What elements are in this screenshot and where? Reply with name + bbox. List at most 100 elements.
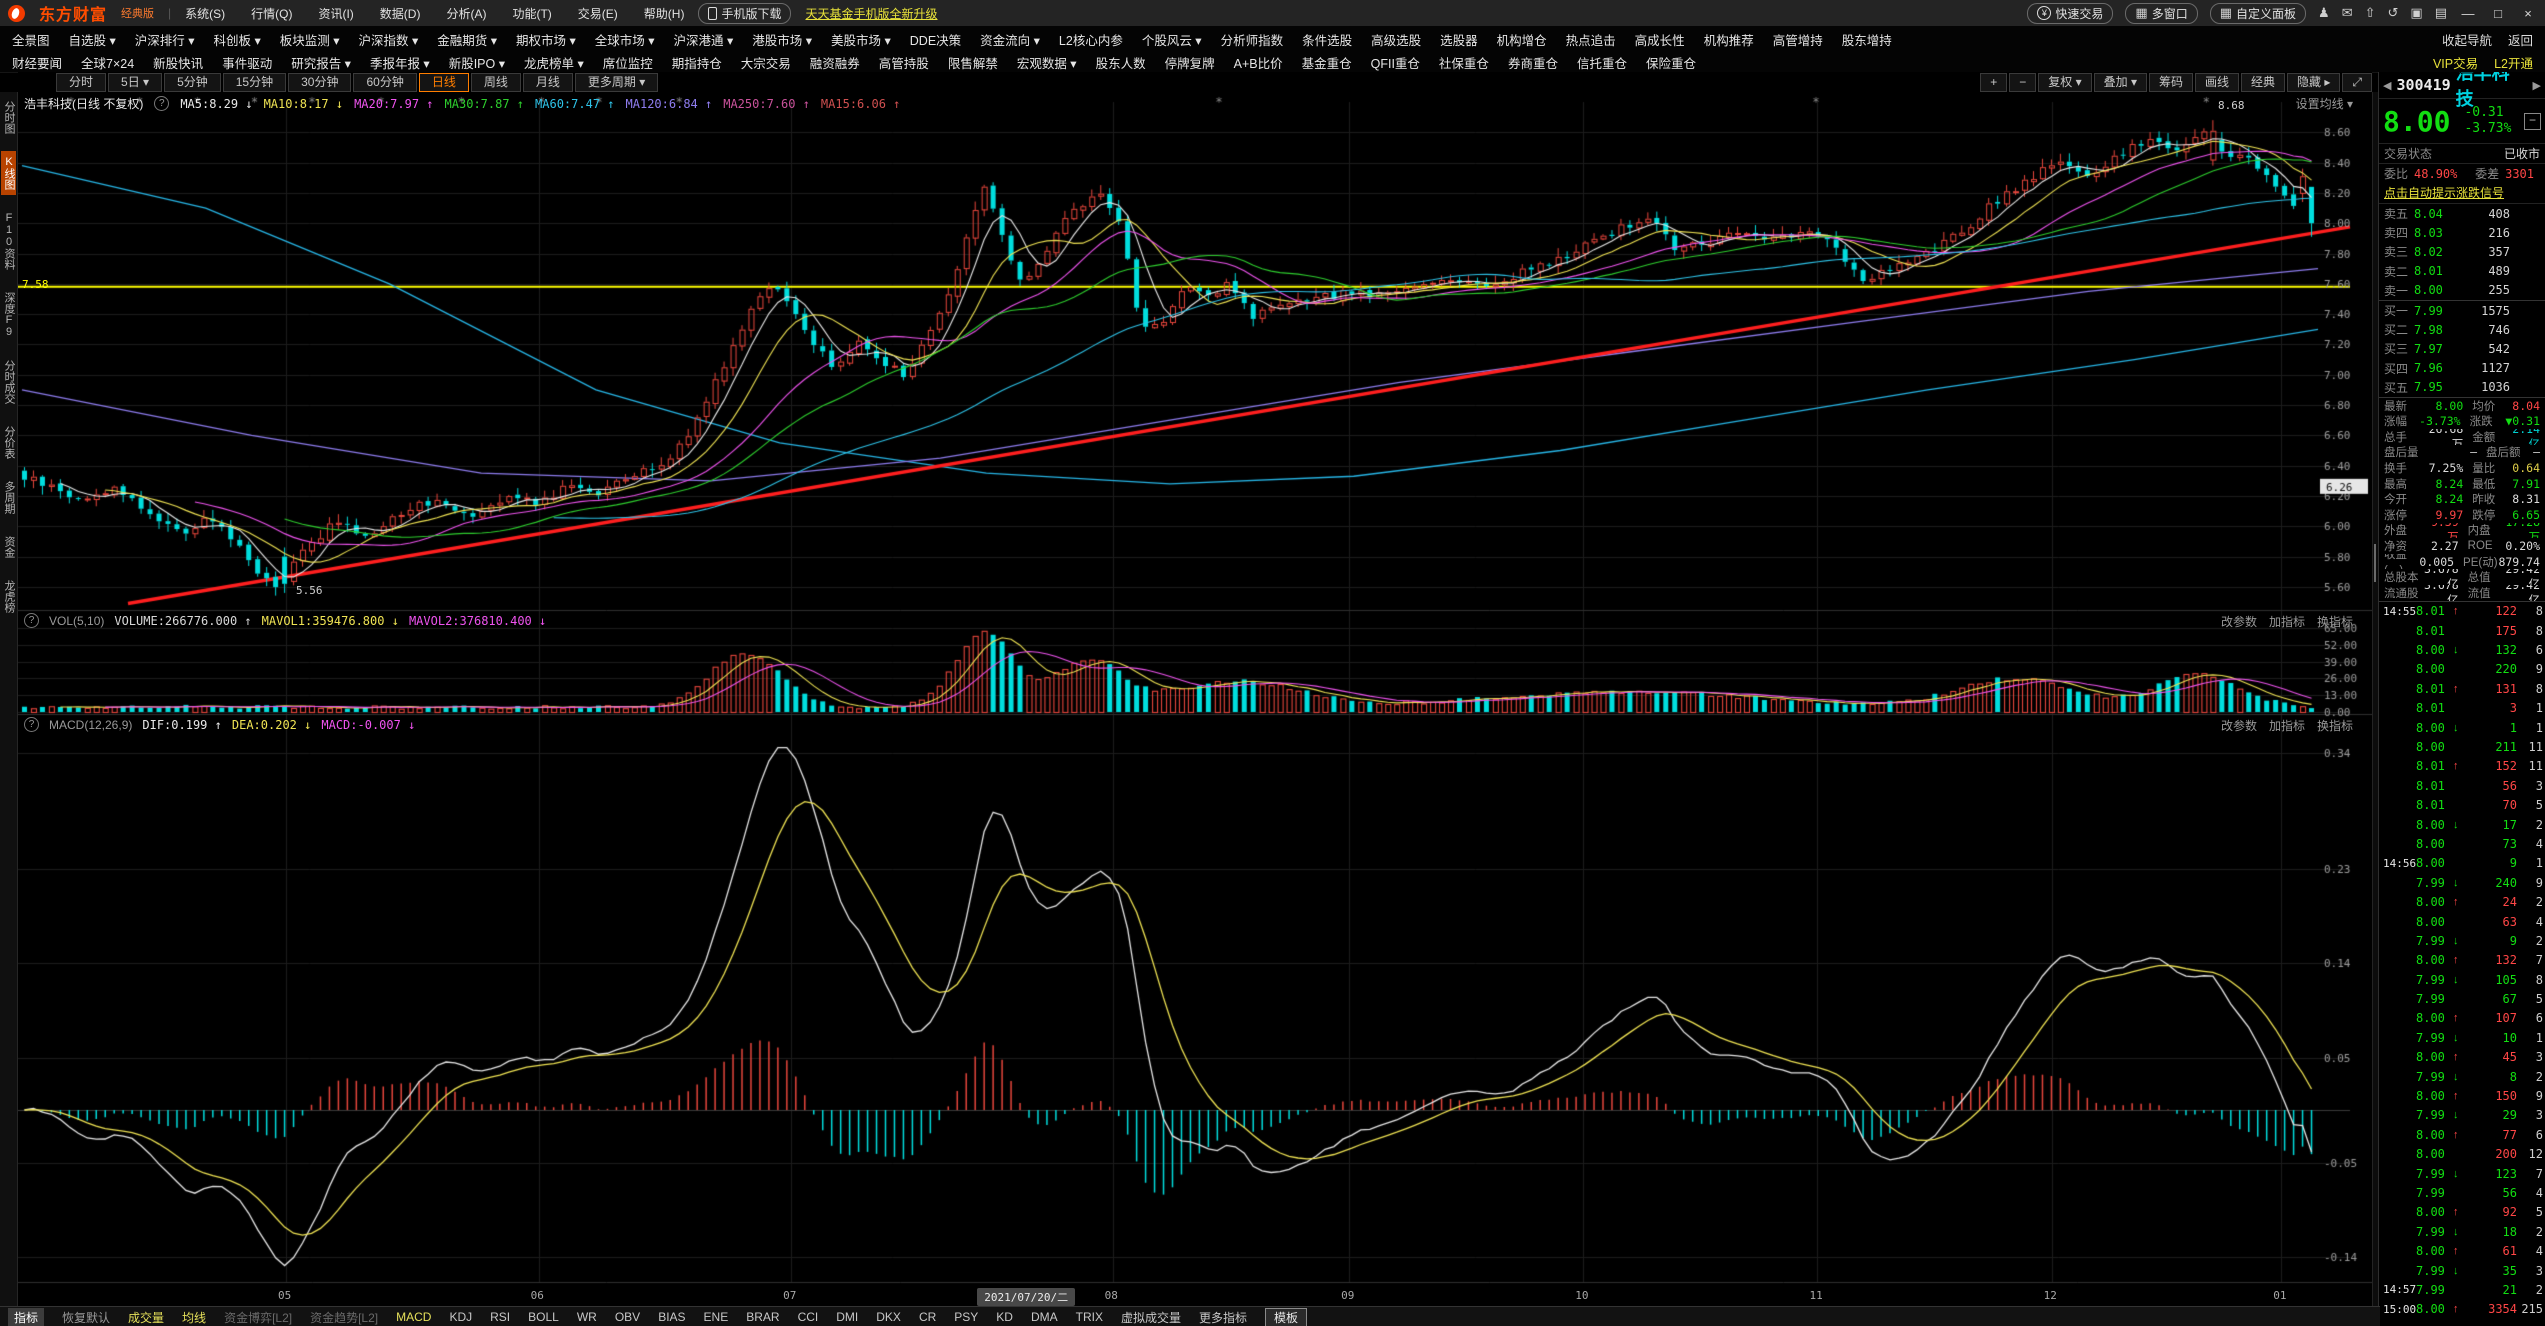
nav-item[interactable]: 大宗交易 xyxy=(741,53,791,72)
nav-item[interactable]: 高成长性 xyxy=(1635,30,1685,49)
help-icon[interactable]: ? xyxy=(154,96,169,111)
nav-item[interactable]: 宏观数据 ▾ xyxy=(1017,53,1077,72)
indicator-tab-KD[interactable]: KD xyxy=(996,1310,1013,1324)
nav-item[interactable]: DDE决策 xyxy=(910,30,961,49)
fund-app-promo-link[interactable]: 天天基金手机版全新升级 xyxy=(805,5,937,22)
indicator-tab-资金博弈[L2][interactable]: 资金博弈[L2] xyxy=(224,1309,292,1326)
sidebar-item-分时成交[interactable]: 分时成交 xyxy=(1,355,16,409)
nav-action[interactable]: VIP交易 xyxy=(2433,53,2478,72)
menubar-item[interactable]: 交易(E) xyxy=(578,5,618,22)
upload-icon[interactable]: ⇧ xyxy=(2365,5,2376,21)
period-button-周线[interactable]: 周线 xyxy=(471,73,521,92)
nav-item[interactable]: 沪深指数 ▾ xyxy=(359,30,419,49)
nav-item[interactable]: 热点追击 xyxy=(1566,30,1616,49)
nav-item[interactable]: 沪深港通 ▾ xyxy=(674,30,734,49)
nav-item[interactable]: 机构推荐 xyxy=(1704,30,1754,49)
nav-item[interactable]: 港股市场 ▾ xyxy=(752,30,812,49)
next-stock-icon[interactable]: ▶ xyxy=(2533,79,2541,92)
quick-button-3[interactable]: ▦自定义面板 xyxy=(2210,3,2306,24)
indicator-tab-模板[interactable]: 模板 xyxy=(1265,1308,1307,1326)
sidebar-item-深度F9[interactable]: 深度F9 xyxy=(1,287,16,343)
sidebar-item-分时图[interactable]: 分时图 xyxy=(1,96,16,139)
indicator-tab-TRIX[interactable]: TRIX xyxy=(1076,1310,1103,1324)
kline-chart-canvas[interactable] xyxy=(18,92,2372,1288)
indicator-tab-DMI[interactable]: DMI xyxy=(836,1310,858,1324)
menubar-item[interactable]: 数据(D) xyxy=(380,5,421,22)
pane-control-改参数[interactable]: 改参数 xyxy=(2221,717,2257,734)
nav-item[interactable]: 分析师指数 xyxy=(1221,30,1284,49)
nav-item[interactable]: 新股IPO ▾ xyxy=(449,53,505,72)
nav-item[interactable]: 季报年报 ▾ xyxy=(370,53,430,72)
indicator-tab-OBV[interactable]: OBV xyxy=(615,1310,640,1324)
indicator-tab-DMA[interactable]: DMA xyxy=(1031,1310,1058,1324)
period-button-月线[interactable]: 月线 xyxy=(523,73,573,92)
nav-item[interactable]: 条件选股 xyxy=(1302,30,1352,49)
pane-control-换指标[interactable]: 换指标 xyxy=(2317,613,2353,630)
nav-item[interactable]: 全球市场 ▾ xyxy=(595,30,655,49)
period-button-15分钟[interactable]: 15分钟 xyxy=(223,73,286,92)
nav-action[interactable]: L2开通 xyxy=(2494,53,2533,72)
pane-control-换指标[interactable]: 换指标 xyxy=(2317,717,2353,734)
sidebar-item-龙虎榜[interactable]: 龙虎榜 xyxy=(1,575,16,618)
chart-tool-button[interactable]: 叠加 ▾ xyxy=(2094,73,2147,92)
indicator-tab-RSI[interactable]: RSI xyxy=(490,1310,510,1324)
nav-item[interactable]: 限售解禁 xyxy=(948,53,998,72)
windows-icon[interactable]: ▤ xyxy=(2435,5,2447,21)
nav-item[interactable]: 保险重仓 xyxy=(1646,53,1696,72)
chart-tool-button[interactable]: − xyxy=(2009,73,2036,92)
nav-item[interactable]: 研究报告 ▾ xyxy=(291,53,351,72)
chart-tool-button[interactable]: 筹码 xyxy=(2149,73,2193,92)
menubar-item[interactable]: 资讯(I) xyxy=(318,5,353,22)
nav-item[interactable]: 信托重仓 xyxy=(1577,53,1627,72)
period-button-分时[interactable]: 分时 xyxy=(56,73,106,92)
indicator-tab-成交量[interactable]: 成交量 xyxy=(128,1309,164,1326)
sidebar-item-K线图[interactable]: K线图 xyxy=(1,151,16,195)
nav-item[interactable]: 融资融券 xyxy=(810,53,860,72)
help-icon[interactable]: ? xyxy=(24,613,39,628)
user-icon[interactable]: ♟ xyxy=(2318,5,2330,21)
nav-item[interactable]: 龙虎榜单 ▾ xyxy=(524,53,584,72)
maximize-button[interactable]: □ xyxy=(2489,6,2507,21)
nav-item[interactable]: 席位监控 xyxy=(603,53,653,72)
nav-item[interactable]: 事件驱动 xyxy=(222,53,272,72)
menubar-item[interactable]: 分析(A) xyxy=(446,5,486,22)
nav-item[interactable]: 停牌复牌 xyxy=(1165,53,1215,72)
nav-item[interactable]: 期权市场 ▾ xyxy=(516,30,576,49)
chart-tool-button[interactable]: 复权 ▾ xyxy=(2038,73,2091,92)
close-button[interactable]: × xyxy=(2519,6,2537,21)
refresh-icon[interactable]: ↺ xyxy=(2388,5,2399,21)
sidebar-item-资金[interactable]: 资金 xyxy=(1,531,16,563)
indicator-tab-BOLL[interactable]: BOLL xyxy=(528,1310,559,1324)
nav-item[interactable]: 财经要闻 xyxy=(12,53,62,72)
quick-button-2[interactable]: ▦多窗口 xyxy=(2125,3,2197,24)
nav-item[interactable]: 选股器 xyxy=(1440,30,1478,49)
indicator-tab-CR[interactable]: CR xyxy=(919,1310,936,1324)
nav-action[interactable]: 返回 xyxy=(2508,30,2533,49)
nav-item[interactable]: 全球7×24 xyxy=(81,53,134,72)
indicator-tab-资金趋势[L2][interactable]: 资金趋势[L2] xyxy=(310,1309,378,1326)
period-button-60分钟[interactable]: 60分钟 xyxy=(353,73,416,92)
nav-item[interactable]: 板块监测 ▾ xyxy=(280,30,340,49)
pane-control-加指标[interactable]: 加指标 xyxy=(2269,613,2305,630)
menubar-item[interactable]: 功能(T) xyxy=(512,5,551,22)
period-button-日线[interactable]: 日线 xyxy=(419,73,469,92)
indicator-tab-虚拟成交量[interactable]: 虚拟成交量 xyxy=(1121,1309,1181,1326)
nav-item[interactable]: 期指持仓 xyxy=(672,53,722,72)
prev-stock-icon[interactable]: ◀ xyxy=(2383,79,2391,92)
indicator-tab-WR[interactable]: WR xyxy=(577,1310,597,1324)
nav-item[interactable]: 股东人数 xyxy=(1096,53,1146,72)
pane-control-加指标[interactable]: 加指标 xyxy=(2269,717,2305,734)
menubar-item[interactable]: 系统(S) xyxy=(185,5,225,22)
chart-tool-button[interactable]: + xyxy=(1980,73,2007,92)
collapse-panel-button[interactable]: − xyxy=(2524,113,2541,130)
indicator-tab-KDJ[interactable]: KDJ xyxy=(449,1310,472,1324)
nav-item[interactable]: 沪深排行 ▾ xyxy=(135,30,195,49)
nav-item[interactable]: 股东增持 xyxy=(1842,30,1892,49)
minimize-button[interactable]: — xyxy=(2459,6,2477,21)
chart-tool-button[interactable]: 经典 xyxy=(2241,73,2285,92)
nav-item[interactable]: 高管增持 xyxy=(1773,30,1823,49)
nav-item[interactable]: 高级选股 xyxy=(1371,30,1421,49)
sidebar-item-多周期[interactable]: 多周期 xyxy=(1,476,16,519)
nav-item[interactable]: 个股风云 ▾ xyxy=(1142,30,1202,49)
nav-item[interactable]: 自选股 ▾ xyxy=(69,30,116,49)
